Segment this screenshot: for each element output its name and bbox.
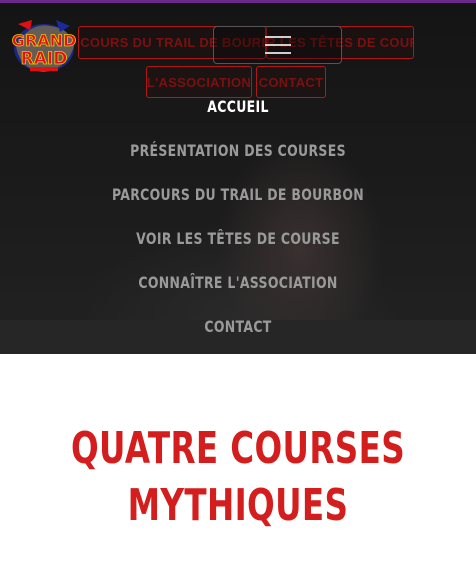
nav-item-presentation-courses[interactable]: PRÉSENTATION DES COURSES: [52, 128, 423, 172]
nav-item-parcours-trail[interactable]: PARCOURS DU TRAIL DE BOURBON: [52, 172, 423, 216]
navbar-toggle-button[interactable]: [213, 26, 342, 64]
svg-text:GRAND: GRAND: [12, 31, 77, 50]
section-title: QUATRE COURSES MYTHIQUES: [62, 420, 414, 534]
hero-header: GRAND RAID PARCOURS DU TRAIL DE BOURBON …: [0, 0, 476, 354]
hamburger-menu-icon: [264, 36, 291, 54]
nav-item-tetes-de-course[interactable]: VOIR LES TÊTES DE COURSE: [52, 216, 423, 260]
svg-text:RAID: RAID: [21, 49, 68, 69]
nav-item-contact[interactable]: CONTACT: [52, 304, 423, 348]
grand-raid-logo[interactable]: GRAND RAID: [10, 16, 78, 76]
section-title-line-2: MYTHIQUES: [127, 480, 349, 531]
mobile-nav-menu: ACCUEIL PRÉSENTATION DES COURSES PARCOUR…: [0, 84, 476, 348]
top-accent-bar: [0, 0, 476, 3]
nav-item-accueil[interactable]: ACCUEIL: [52, 84, 423, 128]
grand-raid-logo-icon: GRAND RAID: [11, 20, 77, 72]
nav-item-association[interactable]: CONNAÎTRE L'ASSOCIATION: [52, 260, 423, 304]
section-title-line-1: QUATRE COURSES: [70, 423, 406, 474]
